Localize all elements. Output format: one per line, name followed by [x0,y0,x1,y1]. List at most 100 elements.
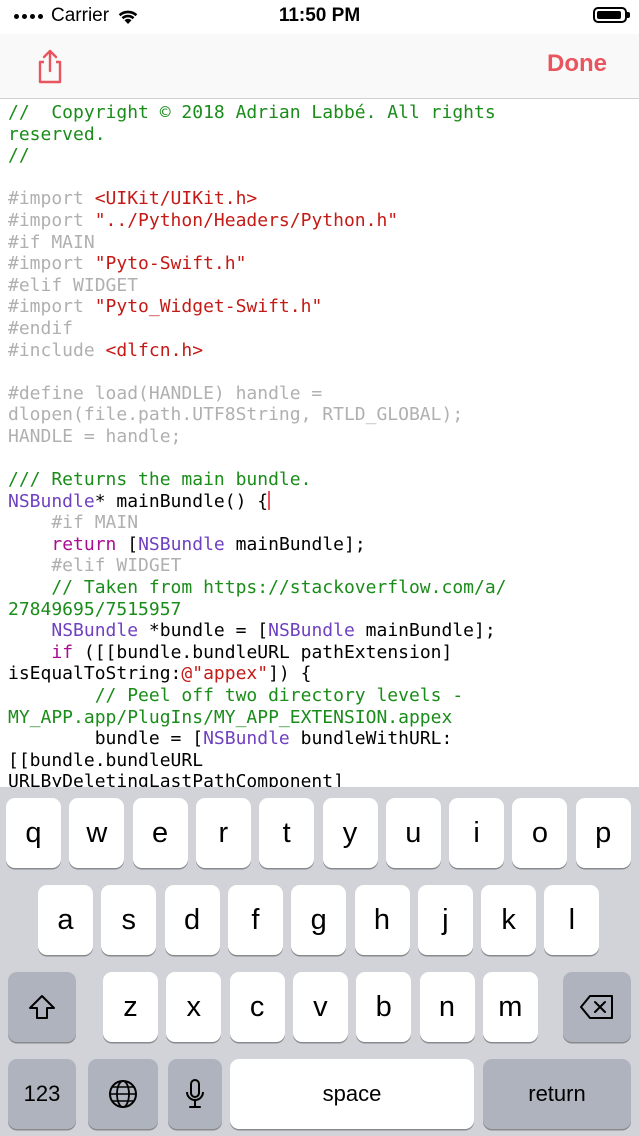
code-token: HANDLE = handle; [8,425,182,447]
code-token: if [51,641,74,663]
code-token: "../Python/Headers/Python.h" [94,209,399,231]
code-line: #if MAIN [8,512,631,534]
code-token: #import [8,209,95,231]
key-x[interactable]: x [166,972,222,1042]
code-line: // Copyright © 2018 Adrian Labbé. All ri… [8,102,631,124]
code-token: "Pyto_Widget-Swift.h" [94,296,323,318]
status-time: 11:50 PM [278,5,361,26]
status-bar: Carrier 11:50 PM [0,0,639,34]
code-line: #import "Pyto_Widget-Swift.h" [8,296,631,318]
code-token: #elif WIDGET [8,274,139,296]
code-token: 27849695/7515957 [8,598,182,620]
key-l[interactable]: l [544,885,600,955]
key-f[interactable]: f [227,885,283,955]
text-cursor [268,490,271,510]
code-line: /// Returns the main bundle. [8,469,631,491]
key-b[interactable]: b [356,972,412,1042]
microphone-icon [186,1079,204,1108]
code-token: // Peel off two directory levels - [8,685,464,707]
key-i[interactable]: i [449,798,505,868]
key-u[interactable]: u [385,798,441,868]
code-token: #if MAIN [8,231,95,253]
return-key[interactable]: return [483,1059,631,1129]
code-token: dlopen(file.path.UTF8String, RTLD_GLOBAL… [8,404,464,426]
delete-key[interactable] [563,972,631,1042]
numbers-key[interactable]: 123 [8,1059,76,1129]
code-line: return [NSBundle mainBundle]; [8,534,631,556]
code-token: #import [8,188,95,210]
key-o[interactable]: o [512,798,568,868]
code-line: #elif WIDGET [8,555,631,577]
code-line: HANDLE = handle; [8,426,631,448]
code-line: dlopen(file.path.UTF8String, RTLD_GLOBAL… [8,404,631,426]
key-w[interactable]: w [69,798,125,868]
code-line: NSBundle *bundle = [NSBundle mainBundle]… [8,620,631,642]
microphone-key[interactable] [168,1059,222,1129]
code-token: NSBundle [138,533,225,555]
share-button[interactable] [30,46,70,86]
code-line: reserved. [8,124,631,146]
code-token: NSBundle [268,620,355,642]
code-token: #if MAIN [8,512,139,534]
code-token: *bundle = [ [138,620,269,642]
code-editor[interactable]: // Copyright © 2018 Adrian Labbé. All ri… [0,99,639,787]
key-g[interactable]: g [291,885,347,955]
code-token: ([[bundle.bundleURL pathExtension] [73,641,453,663]
key-z[interactable]: z [103,972,158,1042]
shift-key[interactable] [8,972,76,1042]
share-icon [38,49,62,84]
code-token: NSBundle [203,728,290,750]
key-j[interactable]: j [417,885,473,955]
code-line: #endif [8,318,631,340]
key-c[interactable]: c [229,972,285,1042]
code-token: isEqualToString: [8,663,182,685]
code-token: * mainBundle() { [94,490,269,512]
code-line: isEqualToString:@"appex"]) { [8,663,631,685]
key-q[interactable]: q [6,798,61,868]
code-line: if ([[bundle.bundleURL pathExtension] [8,642,631,664]
key-h[interactable]: h [354,885,410,955]
code-token: reserved. [8,123,106,145]
key-d[interactable]: d [164,885,220,955]
code-token: // [8,145,30,167]
code-token: URLByDeletingLastPathComponent] [8,771,344,787]
globe-key[interactable] [88,1059,158,1129]
key-p[interactable]: p [575,798,631,868]
space-key[interactable]: space [230,1059,474,1129]
delete-icon [580,995,613,1019]
code-token: #import [8,296,95,318]
code-line: bundle = [NSBundle bundleWithURL: [8,728,631,750]
code-line: NSBundle* mainBundle() { [8,490,631,513]
code-token: #define load(HANDLE) handle = [8,382,323,404]
key-t[interactable]: t [259,798,315,868]
code-line: // [8,145,631,167]
code-token: #endif [8,317,74,339]
code-token: @"appex" [181,663,269,685]
key-r[interactable]: r [195,798,251,868]
key-k[interactable]: k [481,885,537,955]
code-line: // Taken from https://stackoverflow.com/… [8,577,631,599]
code-token: <UIKit/UIKit.h> [94,188,258,210]
code-token: mainBundle]; [224,533,366,555]
shift-icon [29,995,55,1019]
code-line: [[bundle.bundleURL [8,750,631,772]
key-a[interactable]: a [38,885,93,955]
key-y[interactable]: y [322,798,378,868]
code-token: <dlfcn.h> [105,339,204,361]
code-token: return [51,533,117,555]
code-token: NSBundle [8,490,95,512]
key-m[interactable]: m [482,972,538,1042]
code-token: bundleWithURL: [289,728,453,750]
key-e[interactable]: e [132,798,188,868]
key-n[interactable]: n [419,972,475,1042]
code-line: #import "Pyto-Swift.h" [8,253,631,275]
done-button[interactable]: Done [547,50,607,78]
code-line: #define load(HANDLE) handle = [8,383,631,405]
key-v[interactable]: v [292,972,348,1042]
key-s[interactable]: s [101,885,157,955]
